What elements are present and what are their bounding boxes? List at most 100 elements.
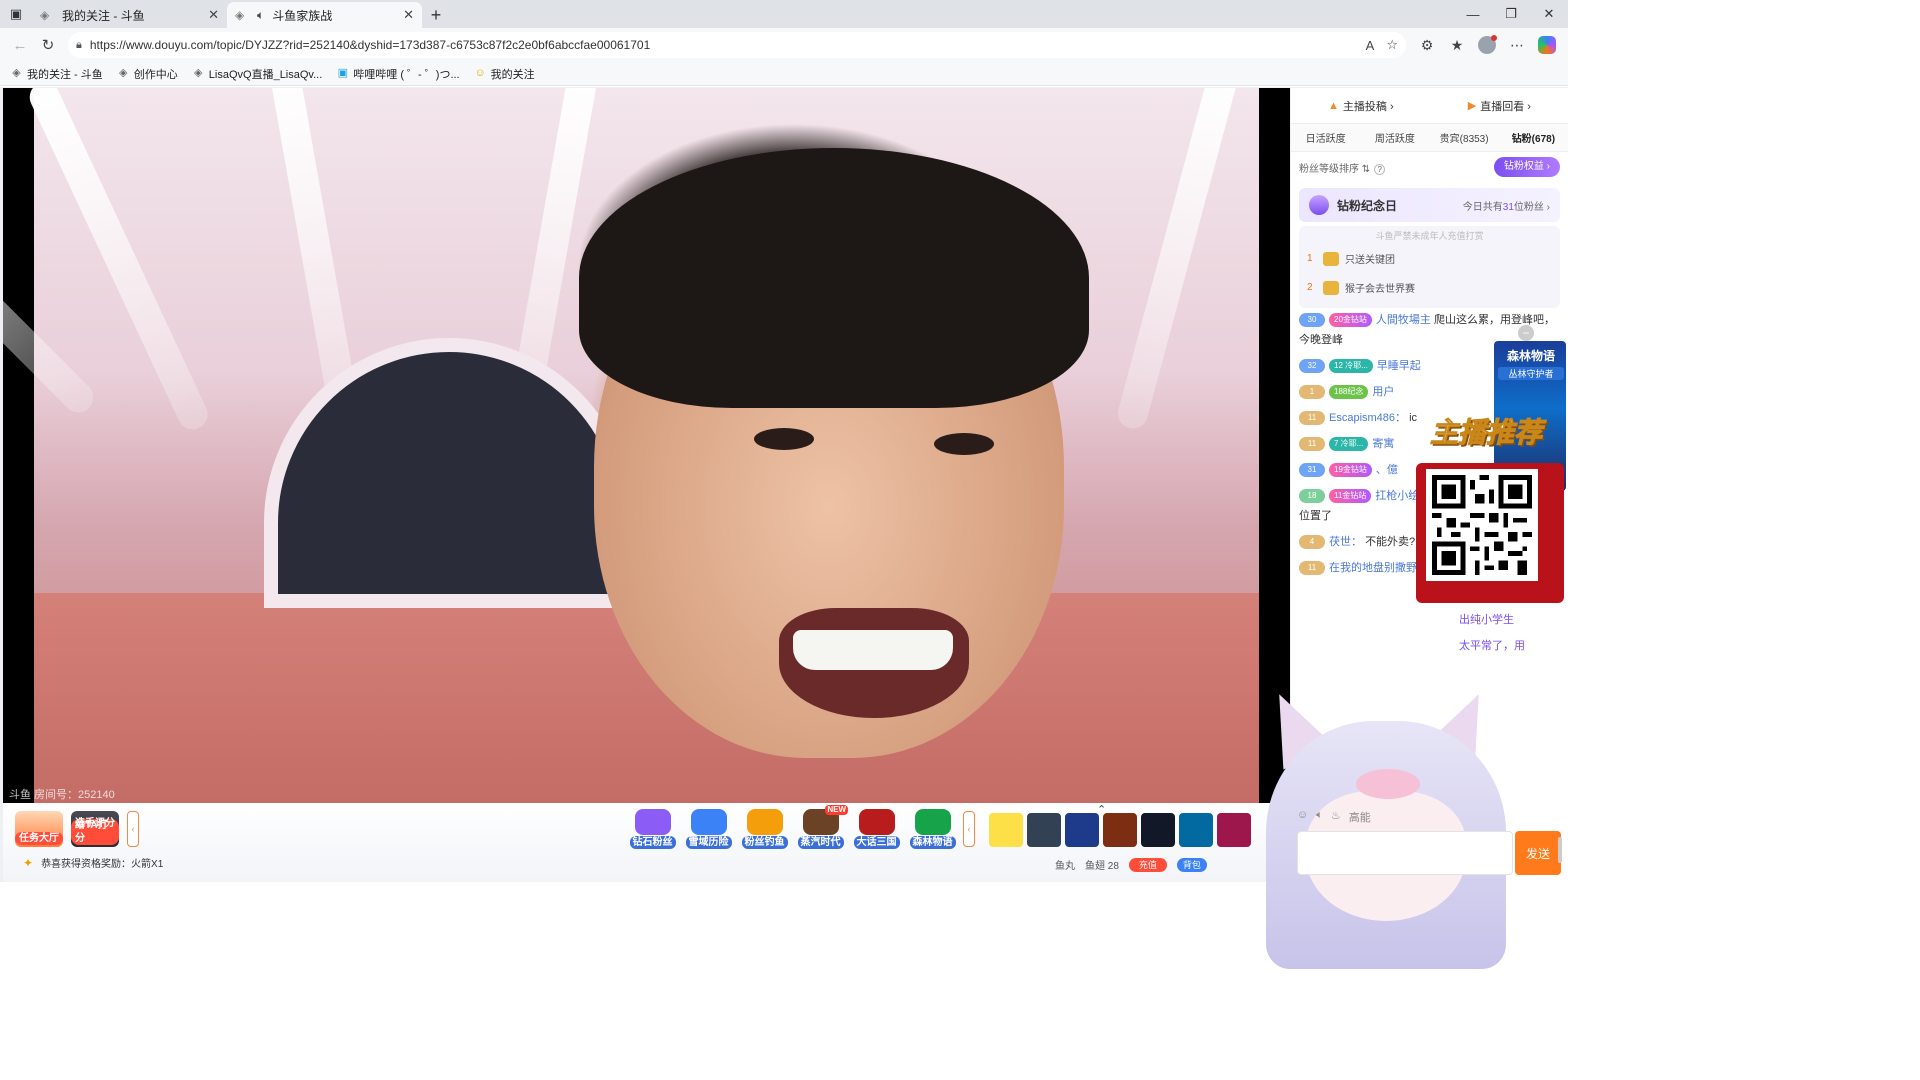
- user-level-badge[interactable]: 11: [1299, 437, 1325, 452]
- game-three-kingdoms[interactable]: 大话三国: [851, 807, 902, 849]
- rocket-icon: ✦: [23, 855, 34, 870]
- ad-close-icon[interactable]: −: [1518, 325, 1534, 341]
- chat-message: 出纯小学生: [1299, 610, 1560, 630]
- fan-badge[interactable]: 12 冷耶...: [1329, 359, 1373, 374]
- lock-icon[interactable]: 🔒︎: [76, 39, 82, 52]
- bookmark-following[interactable]: ◈ 我的关注 - 斗鱼: [10, 66, 103, 82]
- expand-left-icon[interactable]: ‹: [127, 811, 139, 847]
- diamond-anniversary[interactable]: 钻粉纪念日 今日共有31位粉丝 ›: [1299, 188, 1560, 222]
- bookmark-bilibili[interactable]: ▣ 哔哩哔哩 ( ゜- ゜)つ...: [336, 66, 460, 82]
- send-button[interactable]: 发送: [1515, 831, 1561, 875]
- back-icon[interactable]: ←: [6, 31, 34, 59]
- fan-badge[interactable]: 20金钻站: [1329, 313, 1372, 328]
- ad-overlay[interactable]: 森林物语 丛林守护者 − 主播推荐: [1410, 325, 1568, 603]
- chat-scrollbar[interactable]: [1558, 837, 1562, 863]
- fan-badge[interactable]: 11金钻站: [1329, 489, 1372, 504]
- tab-weekly-activity[interactable]: 周活跃度: [1360, 130, 1429, 145]
- tab-title: 我的关注 - 斗鱼: [62, 8, 145, 23]
- chat-username[interactable]: Escapism486：: [1329, 412, 1406, 424]
- recharge-button[interactable]: 充值: [1128, 857, 1167, 872]
- user-level-badge[interactable]: 11: [1299, 411, 1325, 426]
- close-tab-icon[interactable]: ✕: [208, 7, 219, 23]
- gift-icon[interactable]: [1027, 813, 1061, 847]
- speaker-icon[interactable]: 🔈︎: [257, 8, 264, 23]
- video-frame[interactable]: [3, 88, 1259, 803]
- game-steam-age[interactable]: NEW 蒸汽时代: [795, 805, 848, 849]
- gift-bar: [989, 813, 1251, 847]
- crown-icon: [1323, 280, 1339, 295]
- close-window-icon[interactable]: ✕: [1530, 0, 1568, 28]
- user-level-badge[interactable]: 18: [1299, 489, 1325, 504]
- game-forest-tale[interactable]: 森林物语: [907, 807, 958, 849]
- light-ray: [1114, 88, 1242, 432]
- bookmark-my-following[interactable]: ☺ 我的关注: [474, 66, 534, 82]
- reward-text: 恭喜获得资格奖励：火箭X1: [41, 859, 164, 870]
- game-diamond-fans[interactable]: 钻石粉丝: [627, 807, 678, 849]
- copilot-icon[interactable]: [1532, 31, 1562, 59]
- tab-daily-activity[interactable]: 日活跃度: [1291, 130, 1360, 145]
- user-level-badge[interactable]: 1: [1299, 385, 1325, 400]
- gift-icon[interactable]: [989, 813, 1023, 847]
- user-level-badge[interactable]: 4: [1299, 535, 1325, 550]
- rank-name: 猴子会去世界赛: [1345, 284, 1415, 295]
- browser-tab-following[interactable]: ◈ 我的关注 - 斗鱼 ✕: [32, 2, 227, 28]
- fan-badge[interactable]: 7 冷耶...: [1329, 437, 1369, 452]
- favorite-star-icon[interactable]: ☆: [1386, 37, 1398, 53]
- gift-icon[interactable]: [1103, 813, 1137, 847]
- bookmark-lisaqvq[interactable]: ◈ LisaQvQ直播_LisaQv...: [192, 66, 322, 82]
- expand-games-icon[interactable]: ‹: [963, 811, 975, 847]
- refresh-icon[interactable]: ↻: [34, 31, 62, 59]
- extensions-icon[interactable]: ⚙: [1412, 31, 1442, 59]
- rank-row[interactable]: 2 猴子会去世界赛: [1307, 273, 1552, 302]
- read-aloud-icon[interactable]: A: [1366, 38, 1375, 53]
- fan-badge[interactable]: 188纪念: [1329, 385, 1369, 400]
- diamond-rights-button[interactable]: 钻粉权益 ›: [1493, 157, 1560, 177]
- new-tab-button[interactable]: +: [422, 2, 450, 28]
- gift-icon[interactable]: [1065, 813, 1099, 847]
- gift-icon[interactable]: [1141, 813, 1175, 847]
- mascot-bow: [1356, 769, 1420, 799]
- chat-username[interactable]: 寄寓: [1372, 438, 1394, 450]
- task-hall-button[interactable]: 任务大厅: [15, 811, 63, 847]
- gift-icon[interactable]: [1179, 813, 1213, 847]
- profile-avatar[interactable]: [1472, 31, 1502, 59]
- rank-row[interactable]: 1 只送关键团: [1307, 244, 1552, 273]
- chat-username[interactable]: 用户: [1372, 386, 1394, 398]
- user-level-badge[interactable]: 32: [1299, 359, 1325, 374]
- user-level-badge[interactable]: 11: [1299, 561, 1325, 576]
- sort-toggle[interactable]: 粉丝等级排序 ⇅?: [1299, 160, 1386, 175]
- fire-icon[interactable]: ♨: [1331, 809, 1341, 825]
- game-snow-adventure[interactable]: 雪域历险: [683, 807, 734, 849]
- chat-message: 太平常了，用: [1299, 636, 1560, 656]
- help-icon[interactable]: ?: [1374, 163, 1386, 175]
- rate-player-button[interactable]: 选手评分 给TA打分: [71, 811, 119, 847]
- url-field[interactable]: 🔒︎ https://www.douyu.com/topic/DYJZZ?rid…: [68, 32, 1406, 58]
- favorites-icon[interactable]: ★: [1442, 31, 1472, 59]
- chat-username[interactable]: 茯世：: [1329, 536, 1362, 548]
- chat-username[interactable]: 、億: [1376, 464, 1398, 476]
- backpack-button[interactable]: 背包: [1176, 857, 1207, 872]
- minimize-icon[interactable]: —: [1454, 0, 1492, 28]
- quality-toggle[interactable]: 高能: [1349, 809, 1371, 825]
- browser-tab-clan-war[interactable]: ◈ 🔈︎ 斗鱼家族战 ✕: [227, 2, 422, 28]
- tab-actions-icon[interactable]: ▣: [0, 0, 32, 28]
- mute-icon[interactable]: 🔈︎: [1316, 809, 1323, 825]
- video-player[interactable]: 斗鱼 房间号：252140: [3, 88, 1290, 803]
- user-level-badge[interactable]: 30: [1299, 313, 1325, 328]
- chat-input[interactable]: [1297, 831, 1513, 875]
- more-menu-icon[interactable]: ⋯: [1502, 31, 1532, 59]
- anchor-upload-link[interactable]: ▲ 主播投稿 ›: [1328, 98, 1394, 114]
- game-fan-fishing[interactable]: 粉丝钓鱼: [739, 807, 790, 849]
- emoji-icon[interactable]: ☺: [1297, 809, 1308, 825]
- tab-diamond-fans[interactable]: 钻粉(678): [1499, 130, 1568, 145]
- fan-badge[interactable]: 19金钻站: [1329, 463, 1372, 478]
- close-tab-icon[interactable]: ✕: [403, 7, 414, 23]
- live-replay-link[interactable]: ▶ 直播回看 ›: [1468, 98, 1531, 114]
- arch-door: [264, 338, 634, 608]
- bookmark-creator-center[interactable]: ◈ 创作中心: [117, 66, 178, 82]
- link-label: 直播回看 ›: [1480, 100, 1531, 113]
- tab-vip[interactable]: 贵宾(8353): [1430, 130, 1499, 145]
- user-level-badge[interactable]: 31: [1299, 463, 1325, 478]
- chat-username[interactable]: 人間牧場主: [1376, 314, 1431, 326]
- restore-icon[interactable]: ❐: [1492, 0, 1530, 28]
